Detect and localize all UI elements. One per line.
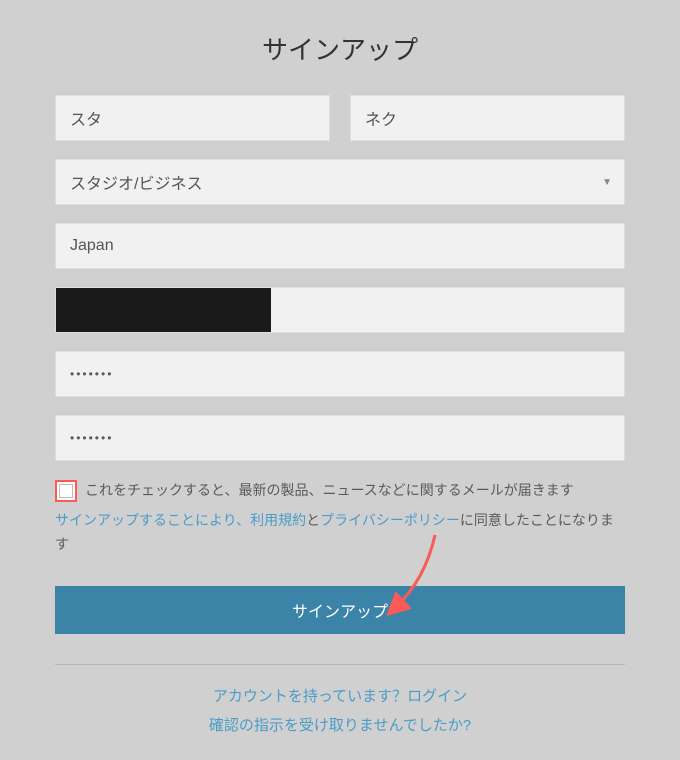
business-select-label: スタジオ/ビジネス	[70, 170, 202, 194]
login-link[interactable]: ログイン	[407, 688, 467, 705]
newsletter-label: これをチェックすると、最新の製品、ニュースなどに関するメールが届きます	[85, 479, 574, 503]
password-confirm-field: •••••••	[55, 415, 625, 461]
footer: アカウントを持っています？ログイン 確認の指示を受け取りませんでしたか?	[55, 664, 625, 740]
newsletter-row: これをチェックすると、最新の製品、ニュースなどに関するメールが届きます	[55, 479, 625, 503]
country-input[interactable]	[55, 223, 625, 269]
business-field: スタジオ/ビジネス ▼	[55, 159, 625, 205]
resend-confirmation-link[interactable]: 確認の指示を受け取りませんでしたか?	[209, 717, 471, 734]
agree-prefix: サインアップすることにより、	[55, 512, 250, 528]
redacted-bar	[56, 288, 271, 332]
password-confirm-input[interactable]: •••••••	[55, 415, 625, 461]
first-name-field	[55, 95, 330, 141]
signup-form: サインアップ スタジオ/ビジネス ▼ ••••••• •••••••	[0, 0, 680, 760]
page-title: サインアップ	[55, 30, 625, 67]
email-input[interactable]	[55, 287, 625, 333]
newsletter-checkbox-highlight	[55, 480, 77, 502]
name-row	[55, 95, 625, 141]
privacy-link[interactable]: プライバシーポリシー	[320, 512, 460, 528]
agreement-text: サインアップすることにより、利用規約とプライバシーポリシーに同意したことになりま…	[55, 509, 625, 557]
chevron-down-icon: ▼	[602, 177, 612, 188]
last-name-field	[350, 95, 625, 141]
country-field	[55, 223, 625, 269]
last-name-input[interactable]	[350, 95, 625, 141]
terms-block: これをチェックすると、最新の製品、ニュースなどに関するメールが届きます サインア…	[55, 479, 625, 556]
business-select[interactable]: スタジオ/ビジネス ▼	[55, 159, 625, 205]
agree-and: と	[306, 512, 320, 528]
email-field	[55, 287, 625, 333]
signup-button[interactable]: サインアップ	[55, 586, 625, 634]
newsletter-checkbox[interactable]	[59, 484, 73, 498]
have-account-text: アカウントを持っています？	[213, 688, 407, 705]
password-field: •••••••	[55, 351, 625, 397]
first-name-input[interactable]	[55, 95, 330, 141]
password-input[interactable]: •••••••	[55, 351, 625, 397]
tos-link[interactable]: 利用規約	[250, 512, 306, 528]
